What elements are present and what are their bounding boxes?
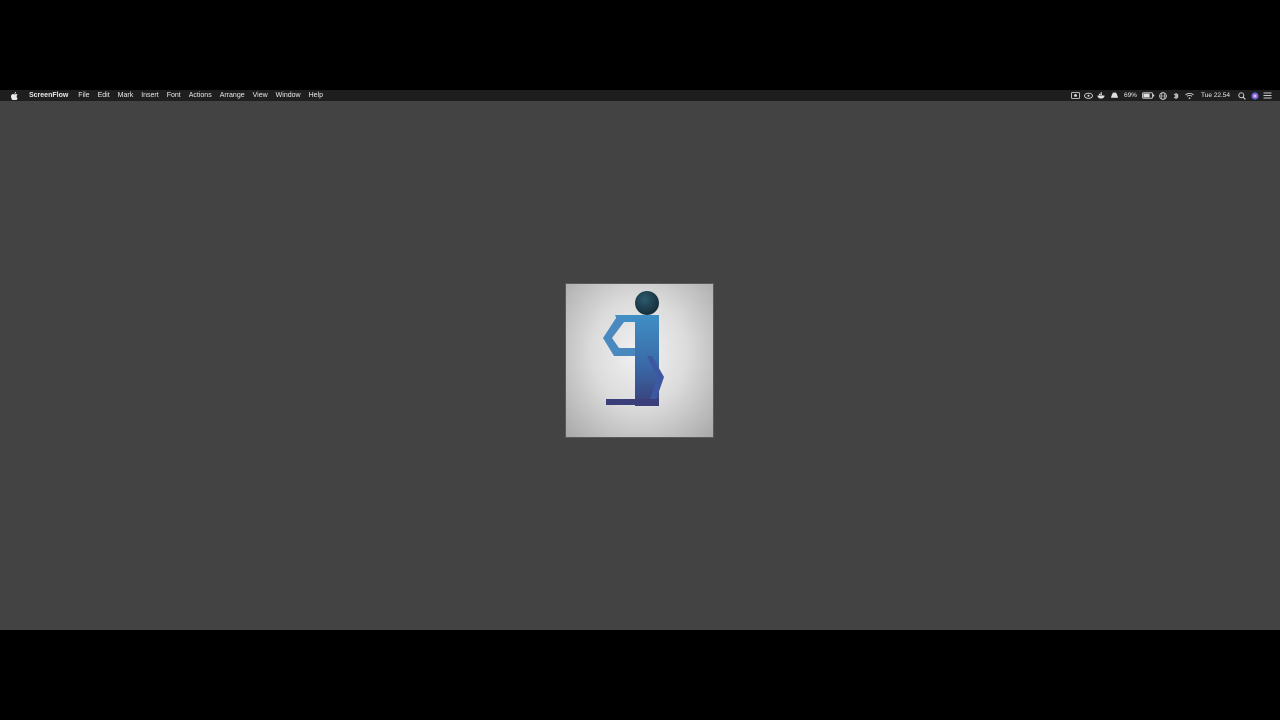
notification-center-icon[interactable] (1263, 90, 1272, 101)
menu-bar-status-area: 69% Tue 22.54 (1069, 90, 1274, 101)
cloud-drive-icon[interactable] (1110, 90, 1119, 101)
siri-icon[interactable] (1250, 90, 1259, 101)
menu-file[interactable]: File (74, 90, 93, 101)
spotlight-search-icon[interactable] (1237, 90, 1246, 101)
stylized-figure-logo-icon (603, 291, 664, 406)
battery-percent: 69% (1123, 92, 1137, 99)
bluetooth-icon[interactable] (1172, 90, 1181, 101)
menu-edit[interactable]: Edit (94, 90, 114, 101)
menu-arrange[interactable]: Arrange (216, 90, 249, 101)
menu-font[interactable]: Font (163, 90, 185, 101)
menu-mark[interactable]: Mark (114, 90, 138, 101)
menu-actions[interactable]: Actions (185, 90, 216, 101)
letterbox-top (0, 0, 1280, 90)
logo-thumbnail[interactable] (566, 284, 713, 437)
battery-icon[interactable] (1142, 90, 1155, 101)
cloud-sync-icon[interactable] (1084, 90, 1093, 101)
menu-bar-left: ScreenFlow File Edit Mark Insert Font Ac… (0, 90, 327, 101)
menu-help[interactable]: Help (305, 90, 327, 101)
screen-record-icon[interactable] (1071, 90, 1080, 101)
desktop-screen: ScreenFlow File Edit Mark Insert Font Ac… (0, 90, 1280, 630)
menu-insert[interactable]: Insert (137, 90, 163, 101)
wifi-icon[interactable] (1185, 90, 1194, 101)
menu-window[interactable]: Window (272, 90, 305, 101)
globe-icon[interactable] (1159, 90, 1168, 101)
menu-app-name[interactable]: ScreenFlow (25, 90, 72, 101)
menu-view[interactable]: View (249, 90, 272, 101)
menu-bar-clock[interactable]: Tue 22.54 (1196, 90, 1235, 101)
letterbox-bottom (0, 630, 1280, 720)
apple-logo-icon[interactable] (9, 90, 19, 101)
menu-bar: ScreenFlow File Edit Mark Insert Font Ac… (0, 90, 1280, 101)
docker-whale-icon[interactable] (1097, 90, 1106, 101)
